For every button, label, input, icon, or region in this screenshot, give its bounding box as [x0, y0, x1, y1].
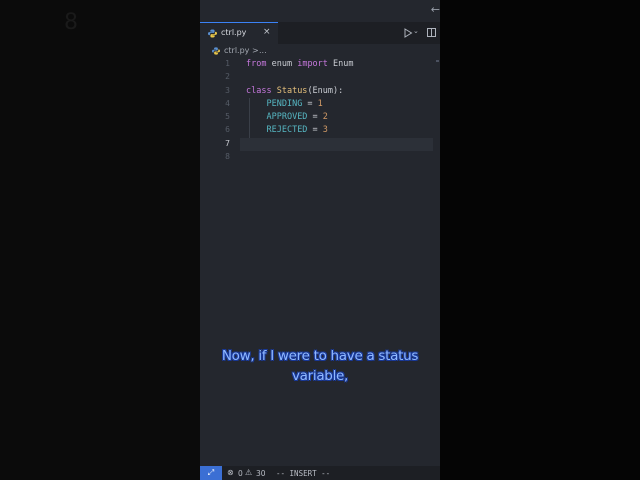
- code-token: (Enum):: [307, 85, 344, 96]
- code-text: APPROVED = 2: [246, 112, 328, 123]
- code-line[interactable]: 3 class Status(Enum):: [200, 85, 440, 98]
- tab-bar: ctrl.py × ⌄: [200, 22, 440, 44]
- code-token: class: [246, 85, 272, 96]
- code-line[interactable]: 8: [200, 151, 440, 164]
- code-token: APPROVED: [266, 112, 308, 123]
- breadcrumb-file[interactable]: ctrl.py: [224, 46, 249, 55]
- line-number: 4: [225, 98, 230, 108]
- code-text: from enum import Enum: [246, 59, 354, 69]
- code-line[interactable]: 6 REJECTED = 3: [200, 124, 440, 137]
- ghost-digit: 8: [64, 10, 78, 35]
- code-line[interactable]: 1 from enum import Enum: [200, 58, 440, 71]
- remote-indicator-button[interactable]: ⤢: [200, 466, 222, 480]
- warning-count[interactable]: 30: [256, 469, 266, 478]
- vim-mode-indicator: -- INSERT --: [276, 469, 331, 478]
- code-token: =: [307, 125, 323, 136]
- line-number: 6: [225, 125, 230, 135]
- code-token: 3: [322, 125, 328, 136]
- line-number: 1: [225, 59, 230, 68]
- code-token: 2: [322, 112, 328, 123]
- code-token: enum: [266, 59, 298, 69]
- code-editor: ← ctrl.py × ⌄ ctrl.py > ... 1 from enum i…: [200, 0, 440, 480]
- left-background-panel: 8: [0, 0, 200, 480]
- code-line[interactable]: 7: [200, 137, 440, 152]
- python-icon: [208, 29, 217, 38]
- subtitle-caption: Now, if I were to have a status variable…: [200, 346, 440, 386]
- line-number: 8: [225, 152, 230, 162]
- breadcrumb: ctrl.py > ...: [200, 44, 440, 58]
- code-area[interactable]: 1 from enum import Enum 2 3 class Status(Enu…: [200, 58, 440, 164]
- tab-label: ctrl.py: [221, 28, 247, 37]
- close-icon[interactable]: ×: [263, 27, 271, 37]
- code-line[interactable]: 2: [200, 71, 440, 84]
- code-token: Enum: [327, 59, 354, 69]
- split-editor-icon[interactable]: [427, 28, 436, 37]
- editor-topbar: ←: [200, 0, 440, 22]
- tab-ctrl-py[interactable]: ctrl.py ×: [200, 22, 278, 44]
- code-token: =: [307, 112, 323, 123]
- code-token: REJECTED: [266, 125, 308, 136]
- right-background-panel: [440, 0, 640, 480]
- code-text: PENDING = 1: [246, 98, 323, 109]
- chevron-down-icon[interactable]: ⌄: [413, 27, 419, 35]
- warning-icon[interactable]: ⚠: [245, 468, 252, 477]
- line-number: 7: [225, 138, 230, 148]
- code-token: Status: [276, 85, 308, 96]
- code-text: REJECTED = 3: [246, 125, 328, 136]
- code-text: class Status(Enum):: [246, 86, 343, 96]
- line-number: 5: [225, 112, 230, 122]
- back-arrow-icon[interactable]: ←: [431, 3, 440, 16]
- code-line[interactable]: 4 PENDING = 1: [200, 98, 440, 111]
- python-icon: [212, 47, 220, 55]
- code-token: 1: [317, 98, 323, 109]
- line-number: 3: [225, 85, 230, 95]
- code-token: =: [302, 98, 318, 109]
- caption-line-2: variable,: [291, 368, 349, 384]
- caption-line-1: Now, if I were to have a status: [221, 348, 419, 364]
- line-number: 2: [225, 72, 230, 82]
- status-bar: ⤢ ⊗ 0 ⚠ 30 -- INSERT --: [200, 466, 440, 480]
- code-token: from: [246, 59, 267, 69]
- breadcrumb-separator: >: [252, 46, 259, 55]
- code-token: PENDING: [266, 98, 303, 109]
- error-icon[interactable]: ⊗: [227, 468, 234, 477]
- code-line[interactable]: 5 APPROVED = 2: [200, 111, 440, 124]
- code-token: import: [297, 59, 328, 69]
- error-count[interactable]: 0: [238, 469, 243, 478]
- breadcrumb-symbols[interactable]: ...: [259, 46, 267, 55]
